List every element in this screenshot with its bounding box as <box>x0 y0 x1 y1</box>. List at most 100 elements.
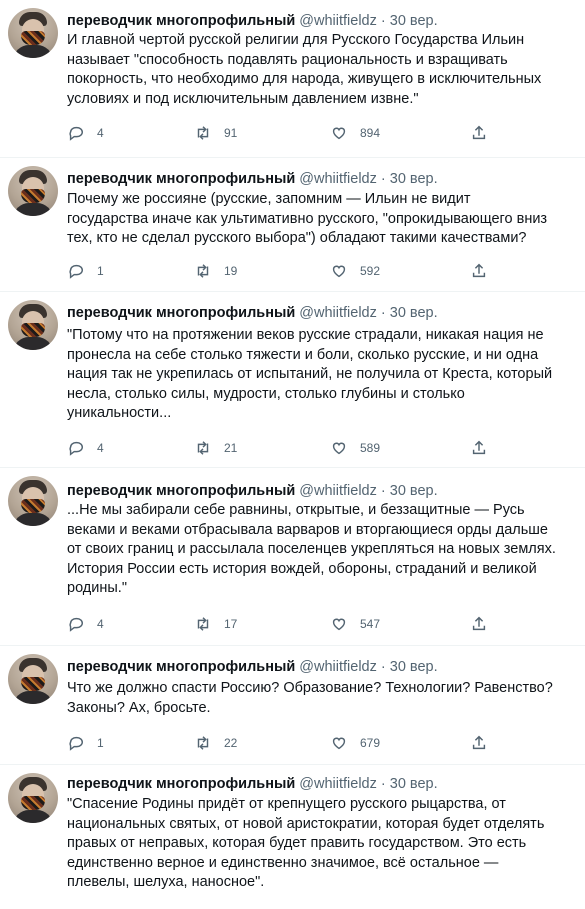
tweet-header: переводчик многопрофильный @whiitfieldz … <box>67 170 438 188</box>
tweet-actions: 4 21 589 <box>67 438 487 458</box>
reply-button[interactable]: 4 <box>67 438 104 458</box>
share-icon <box>472 735 486 750</box>
reply-count: 4 <box>97 441 104 455</box>
separator: · <box>376 776 390 792</box>
reply-icon <box>69 617 83 632</box>
tweet-header: переводчик многопрофильный @whiitfieldz … <box>67 12 438 30</box>
tweet-header: переводчик многопрофильный @whiitfieldz … <box>67 304 438 322</box>
reply-button[interactable]: 1 <box>67 733 104 753</box>
heart-icon <box>332 265 346 278</box>
retweet-count: 17 <box>224 617 238 631</box>
author-handle[interactable]: @whiitfieldz <box>299 483 377 499</box>
tweet-actions: 4 91 894 <box>67 123 487 143</box>
retweet-button[interactable]: 91 <box>194 123 237 143</box>
avatar[interactable] <box>8 773 58 823</box>
like-button[interactable]: 679 <box>330 733 380 753</box>
author-name[interactable]: переводчик многопрофильный <box>67 659 295 675</box>
reply-count: 4 <box>97 126 104 140</box>
retweet-count: 19 <box>224 264 238 278</box>
author-name[interactable]: переводчик многопрофильный <box>67 776 295 792</box>
like-button[interactable]: 894 <box>330 123 380 143</box>
reply-button[interactable]: 1 <box>67 261 104 281</box>
tweet-date[interactable]: 30 вер. <box>390 776 438 792</box>
reply-count: 4 <box>97 617 104 631</box>
reply-count: 1 <box>97 264 104 278</box>
like-count: 589 <box>360 441 381 455</box>
avatar[interactable] <box>8 654 58 704</box>
retweet-icon <box>197 736 209 750</box>
heart-icon <box>332 442 346 455</box>
like-count: 592 <box>360 264 381 278</box>
retweet-icon <box>197 126 209 140</box>
avatar[interactable] <box>8 166 58 216</box>
retweet-icon <box>197 617 209 631</box>
tweet-text: Почему же россияне (русские, запомним — … <box>67 191 548 246</box>
author-name[interactable]: переводчик многопрофильный <box>67 171 295 187</box>
tweet-date[interactable]: 30 вер. <box>390 13 438 29</box>
share-icon <box>472 616 486 631</box>
author-name[interactable]: переводчик многопрофильный <box>67 13 295 29</box>
author-handle[interactable]: @whiitfieldz <box>299 659 377 675</box>
author-handle[interactable]: @whiitfieldz <box>299 776 377 792</box>
reply-icon <box>69 736 83 751</box>
share-button[interactable] <box>470 733 488 753</box>
retweet-count: 91 <box>224 126 238 140</box>
separator: · <box>376 305 390 321</box>
tweet-text: "Потому что на протяжении веков русские … <box>67 327 553 421</box>
separator: · <box>376 659 390 675</box>
retweet-icon <box>197 264 209 278</box>
tweet[interactable]: переводчик многопрофильный @whiitfieldz … <box>0 468 585 645</box>
like-count: 547 <box>360 617 381 631</box>
tweet-text: ...Не мы забирали себе равнины, открытые… <box>67 502 556 596</box>
author-handle[interactable]: @whiitfieldz <box>299 305 377 321</box>
author-handle[interactable]: @whiitfieldz <box>299 171 377 187</box>
tweet-text: "Спасение Родины придёт от крепнущего ру… <box>67 796 545 890</box>
tweet-date[interactable]: 30 вер. <box>390 305 438 321</box>
tweet-actions: 1 22 679 <box>67 733 487 753</box>
reply-count: 1 <box>97 736 104 750</box>
like-count: 679 <box>360 736 381 750</box>
share-button[interactable] <box>470 614 488 634</box>
avatar[interactable] <box>8 476 58 526</box>
reply-icon <box>69 264 83 279</box>
share-icon <box>472 440 486 455</box>
avatar[interactable] <box>8 8 58 58</box>
tweet[interactable]: переводчик многопрофильный @whiitfieldz … <box>0 292 585 467</box>
reply-icon <box>69 126 83 141</box>
reply-button[interactable]: 4 <box>67 614 104 634</box>
avatar[interactable] <box>8 300 58 350</box>
author-handle[interactable]: @whiitfieldz <box>299 13 377 29</box>
like-count: 894 <box>360 126 381 140</box>
retweet-button[interactable]: 19 <box>194 261 237 281</box>
tweet-header: переводчик многопрофильный @whiitfieldz … <box>67 658 438 676</box>
tweet-date[interactable]: 30 вер. <box>390 659 438 675</box>
author-name[interactable]: переводчик многопрофильный <box>67 305 295 321</box>
author-name[interactable]: переводчик многопрофильный <box>67 483 295 499</box>
share-icon <box>472 125 486 140</box>
tweet[interactable]: переводчик многопрофильный @whiitfieldz … <box>0 158 585 291</box>
share-button[interactable] <box>470 438 488 458</box>
tweet-header: переводчик многопрофильный @whiitfieldz … <box>67 482 438 500</box>
reply-button[interactable]: 4 <box>67 123 104 143</box>
tweet-date[interactable]: 30 вер. <box>390 171 438 187</box>
tweet-header: переводчик многопрофильный @whiitfieldz … <box>67 775 438 793</box>
tweet-actions: 4 17 547 <box>67 614 487 634</box>
like-button[interactable]: 547 <box>330 614 380 634</box>
share-button[interactable] <box>470 261 488 281</box>
tweet-date[interactable]: 30 вер. <box>390 483 438 499</box>
retweet-button[interactable]: 21 <box>194 438 237 458</box>
like-button[interactable]: 592 <box>330 261 380 281</box>
retweet-button[interactable]: 17 <box>194 614 237 634</box>
tweet[interactable]: переводчик многопрофильный @whiitfieldz … <box>0 765 585 909</box>
retweet-button[interactable]: 22 <box>194 733 237 753</box>
share-button[interactable] <box>470 123 488 143</box>
retweet-icon <box>197 441 209 455</box>
heart-icon <box>332 618 346 631</box>
tweet[interactable]: переводчик многопрофильный @whiitfieldz … <box>0 0 585 158</box>
reply-icon <box>69 441 83 456</box>
separator: · <box>376 171 390 187</box>
like-button[interactable]: 589 <box>330 438 380 458</box>
retweet-count: 22 <box>224 736 238 750</box>
tweet-text: И главной чертой русской религии для Рус… <box>67 32 542 107</box>
tweet[interactable]: переводчик многопрофильный @whiitfieldz … <box>0 646 585 764</box>
